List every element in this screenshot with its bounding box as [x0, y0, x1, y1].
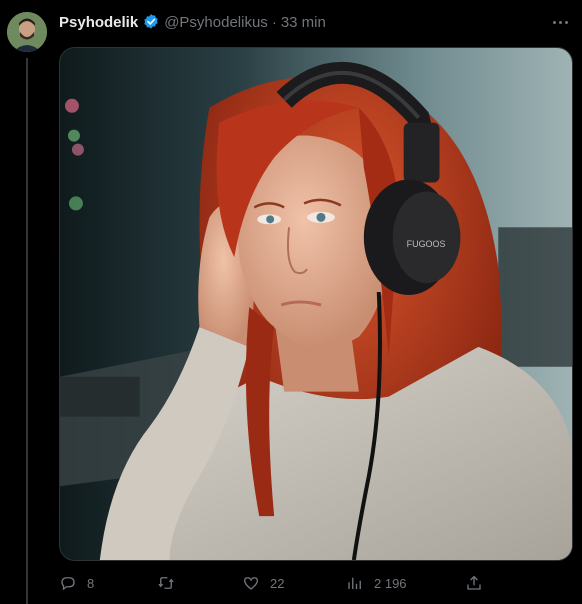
views-button[interactable]: 2 196 [346, 574, 407, 592]
separator: · [271, 13, 277, 31]
avatar[interactable] [7, 12, 47, 52]
reply-count: 8 [87, 575, 95, 591]
timestamp[interactable]: 33 min [281, 14, 326, 31]
handle[interactable]: @Psyhodelikus [164, 14, 268, 31]
tweet-header: Psyhodelik @Psyhodelikus · 33 min [59, 12, 542, 32]
tweet-image[interactable]: FUGOOS [59, 47, 573, 561]
verified-badge-icon[interactable] [142, 13, 160, 31]
views-count: 2 196 [374, 575, 407, 591]
more-options-icon[interactable] [550, 14, 570, 30]
thread-line [26, 58, 28, 604]
heart-icon [243, 577, 259, 590]
retweet-icon [158, 577, 174, 589]
like-count: 22 [270, 575, 285, 591]
reply-icon [61, 577, 75, 591]
action-bar: 8 22 2 196 [59, 572, 529, 594]
views-chart-icon [348, 577, 361, 589]
share-icon [467, 575, 481, 590]
retweet-button[interactable] [157, 574, 185, 592]
like-button[interactable]: 22 [242, 574, 284, 592]
share-button[interactable] [465, 574, 483, 592]
display-name[interactable]: Psyhodelik [59, 14, 138, 31]
image-girl-with-headphones: FUGOOS [60, 48, 572, 560]
headphone-brand: FUGOOS [407, 239, 446, 249]
reply-button[interactable]: 8 [59, 574, 94, 592]
tweet[interactable]: Psyhodelik @Psyhodelikus · 33 min FUGOOS… [0, 0, 582, 604]
